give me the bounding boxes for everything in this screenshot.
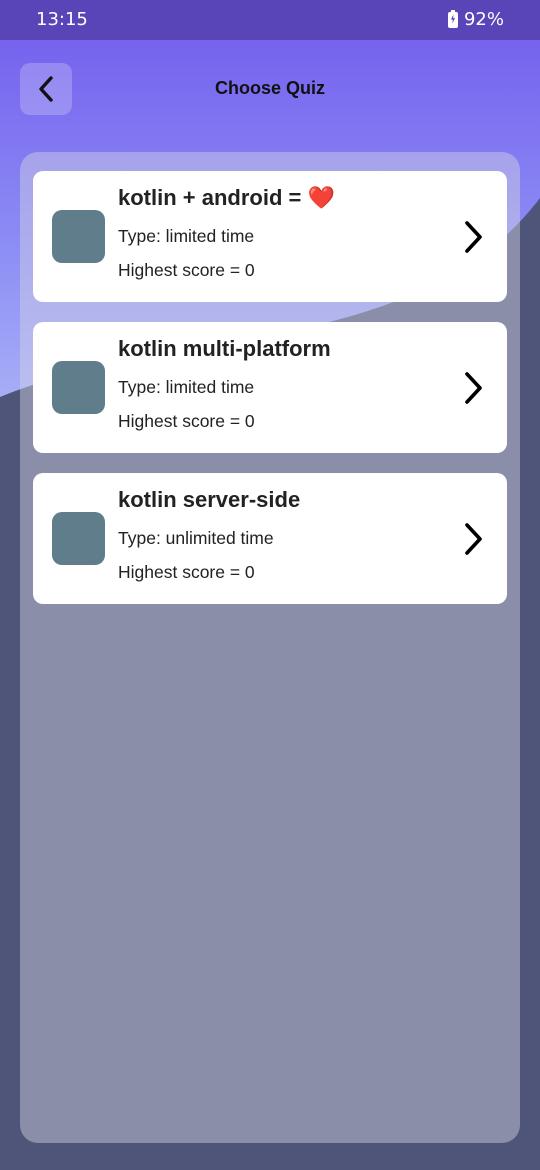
status-bar: 13:15 92% — [0, 0, 540, 40]
quiz-thumbnail — [52, 512, 105, 565]
quiz-list-panel: kotlin + android = ❤️ Type: limited time… — [20, 152, 520, 1143]
quiz-highest-score: Highest score = 0 — [118, 260, 255, 280]
page-title: Choose Quiz — [214, 78, 325, 98]
quiz-title: kotlin + android = ❤️ — [118, 185, 335, 211]
quiz-title: kotlin server-side — [118, 487, 301, 512]
battery-percent: 92% — [463, 9, 504, 30]
chevron-right-icon[interactable] — [461, 219, 485, 255]
quiz-title: kotlin multi-platform — [118, 336, 331, 361]
quiz-thumbnail — [52, 361, 105, 414]
quiz-type: Type: unlimited time — [118, 528, 274, 548]
quiz-card[interactable]: kotlin + android = ❤️ Type: limited time… — [33, 171, 507, 302]
quiz-type: Type: limited time — [118, 226, 255, 246]
quiz-highest-score: Highest score = 0 — [118, 411, 255, 431]
status-time: 13:15 — [36, 9, 88, 30]
status-right: 92% — [447, 9, 504, 30]
quiz-highest-score: Highest score = 0 — [118, 562, 255, 582]
heart-icon: ❤️ — [307, 186, 335, 211]
quiz-type: Type: limited time — [118, 377, 255, 397]
quiz-card[interactable]: kotlin multi-platform Type: limited time… — [33, 322, 507, 453]
chevron-right-icon[interactable] — [461, 370, 485, 406]
header: Choose Quiz — [0, 40, 540, 140]
quiz-card[interactable]: kotlin server-side Type: unlimited time … — [33, 473, 507, 604]
battery-charging-icon — [447, 9, 458, 28]
quiz-thumbnail — [52, 210, 105, 263]
chevron-right-icon[interactable] — [461, 521, 485, 557]
